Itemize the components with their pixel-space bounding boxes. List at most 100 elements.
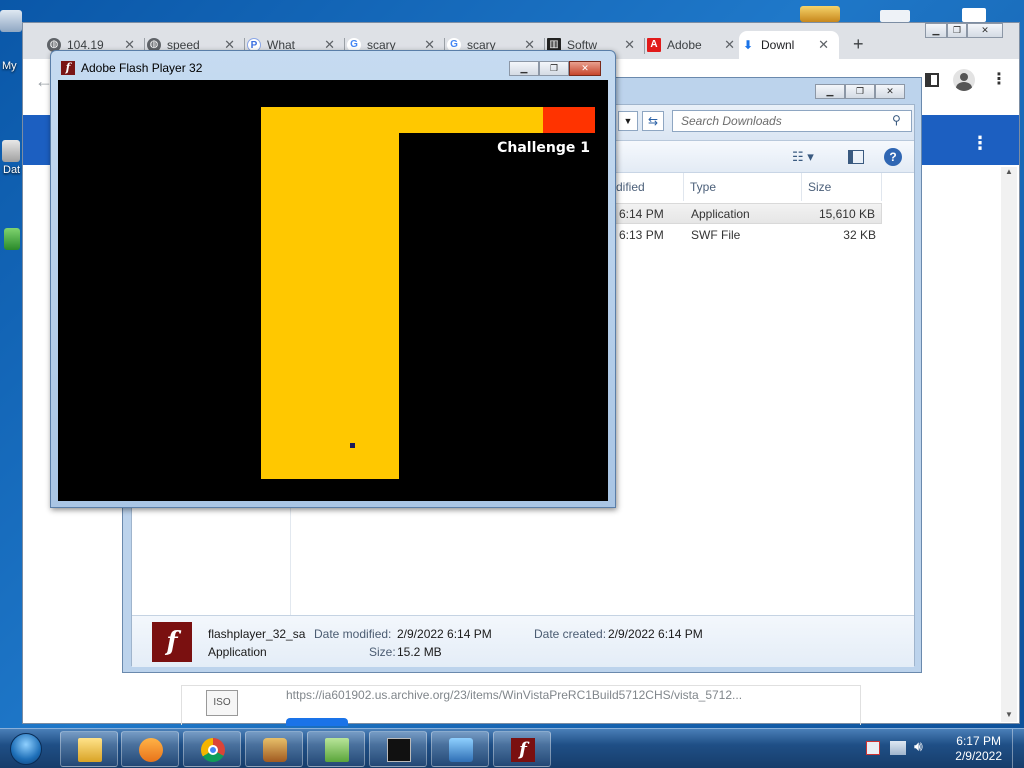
- file-size: 32 KB: [843, 228, 876, 242]
- file-type: Application: [691, 207, 750, 221]
- goal-zone: [543, 107, 595, 133]
- view-options-icon[interactable]: ☷ ▾: [792, 149, 814, 165]
- cmd-icon: [387, 738, 411, 762]
- file-type: SWF File: [691, 228, 741, 242]
- clock-time: 6:17 PM: [956, 734, 1001, 748]
- action-center-icon[interactable]: [866, 741, 880, 755]
- minimize-button[interactable]: ▁: [925, 23, 947, 38]
- desktop-label: Dat: [3, 164, 21, 176]
- iso-file-icon: ISO: [206, 690, 238, 716]
- cards-game-icon: [962, 8, 986, 22]
- tab-title: Downl: [761, 38, 795, 52]
- details-pane: f flashplayer_32_sa Application Date mod…: [132, 615, 914, 667]
- game-icon: [263, 738, 287, 762]
- adobe-icon: A: [647, 38, 661, 52]
- scrollbar[interactable]: ▲ ▼: [1001, 167, 1017, 722]
- close-button[interactable]: ✕: [967, 23, 1003, 38]
- windows-orb-icon: [10, 733, 42, 765]
- details-size: 15.2 MB: [397, 645, 442, 659]
- flash-logo-icon: f: [61, 61, 75, 75]
- avatar[interactable]: [953, 69, 975, 91]
- taskbar: f 🔊︎ 6:17 PM 2/9/2022: [0, 728, 1024, 768]
- maximize-button[interactable]: ❐: [845, 84, 875, 99]
- network-icon: [449, 738, 473, 762]
- preview-pane-icon[interactable]: [848, 150, 864, 164]
- maximize-button[interactable]: ❐: [947, 23, 967, 38]
- close-icon[interactable]: ✕: [624, 37, 635, 53]
- close-icon[interactable]: ✕: [818, 37, 829, 53]
- download-url[interactable]: https://ia601902.us.archive.org/23/items…: [286, 688, 806, 702]
- avatar-body-icon: [956, 82, 972, 91]
- file-row[interactable]: 6:13 PM SWF File 32 KB: [610, 225, 882, 246]
- details-kind: Application: [208, 645, 267, 659]
- desktop-icon-my-computer[interactable]: [0, 10, 22, 32]
- clock-date: 2/9/2022: [955, 749, 1002, 763]
- system-clock[interactable]: 6:17 PM 2/9/2022: [955, 734, 1002, 764]
- new-tab-button[interactable]: +: [853, 35, 864, 53]
- column-header-size[interactable]: Size: [802, 173, 882, 201]
- notepad-plus-icon: [325, 738, 349, 762]
- show-desktop-button[interactable]: [1012, 729, 1024, 768]
- navigation-pane-divider: [290, 505, 291, 615]
- flash-icon: f: [511, 738, 535, 762]
- flash-window-controls: ▁ ❐ ✕: [509, 61, 601, 76]
- file-modified: 6:14 PM: [619, 207, 664, 221]
- challenge-label: Challenge 1: [497, 140, 590, 156]
- close-button[interactable]: ✕: [875, 84, 905, 99]
- taskbar-game[interactable]: [245, 731, 303, 767]
- maximize-button[interactable]: ❐: [539, 61, 569, 76]
- search-input[interactable]: Search Downloads: [672, 110, 912, 132]
- maze-path: [261, 107, 543, 479]
- taskbar-media-player[interactable]: [121, 731, 179, 767]
- minimize-button[interactable]: ▁: [509, 61, 539, 76]
- window-controls: ▁ ❐ ✕: [925, 23, 1003, 38]
- window-title: Adobe Flash Player 32: [81, 61, 203, 75]
- game-stage[interactable]: Challenge 1: [58, 80, 608, 501]
- media-player-icon: [139, 738, 163, 762]
- sidebar-icon[interactable]: [925, 73, 939, 87]
- downloads-menu-icon[interactable]: ⋮: [971, 133, 989, 154]
- address-dropdown-icon[interactable]: ▼: [618, 111, 638, 131]
- refresh-icon[interactable]: ⇆: [642, 111, 664, 131]
- scroll-up-icon[interactable]: ▲: [1005, 167, 1013, 176]
- download-icon: ⬇: [742, 38, 754, 52]
- taskbar-notepad-plus[interactable]: [307, 731, 365, 767]
- volume-icon[interactable]: 🔊︎: [914, 738, 923, 755]
- column-header-modified[interactable]: dified: [610, 173, 684, 201]
- tab-title: Adobe: [667, 38, 702, 52]
- file-row[interactable]: 6:14 PM Application 15,610 KB: [610, 203, 882, 224]
- taskbar-cmd[interactable]: [369, 731, 427, 767]
- taskbar-chrome[interactable]: [183, 731, 241, 767]
- taskbar-explorer[interactable]: [60, 731, 118, 767]
- desktop-icon-data[interactable]: [2, 140, 20, 162]
- file-modified: 6:13 PM: [619, 228, 664, 242]
- scroll-down-icon[interactable]: ▼: [1005, 710, 1013, 719]
- search-icon[interactable]: ⚲: [892, 113, 901, 127]
- chrome-center-icon: [208, 745, 218, 755]
- download-action-button[interactable]: [286, 718, 348, 726]
- avatar-head-icon: [960, 73, 968, 81]
- details-size-label: Size:: [369, 645, 396, 659]
- minimize-button[interactable]: ▁: [815, 84, 845, 99]
- details-date-created: 2/9/2022 6:14 PM: [608, 627, 703, 641]
- file-size: 15,610 KB: [818, 207, 875, 221]
- desktop-decoration-icon: [800, 6, 840, 22]
- details-date-modified: 2/9/2022 6:14 PM: [397, 627, 492, 641]
- column-header-type[interactable]: Type: [684, 173, 802, 201]
- start-button[interactable]: [4, 731, 48, 767]
- details-date-modified-label: Date modified:: [314, 627, 392, 641]
- network-tray-icon[interactable]: [890, 741, 906, 755]
- tab-downloads[interactable]: ⬇ Downl ✕: [739, 31, 839, 59]
- close-icon[interactable]: ✕: [724, 37, 735, 53]
- explorer-icon: [78, 738, 102, 762]
- flash-file-icon: f: [152, 622, 192, 662]
- flash-player-window[interactable]: f Adobe Flash Player 32 ▁ ❐ ✕ Challenge …: [50, 50, 616, 508]
- close-button[interactable]: ✕: [569, 61, 601, 76]
- taskbar-flash[interactable]: f: [493, 731, 551, 767]
- desktop-icon-recycle[interactable]: [4, 228, 20, 250]
- taskbar-network[interactable]: [431, 731, 489, 767]
- chrome-icon: [201, 738, 225, 762]
- tab-7[interactable]: A Adobe ✕: [645, 31, 745, 59]
- menu-kebab-icon[interactable]: ⋮: [991, 69, 1007, 89]
- help-icon[interactable]: ?: [884, 148, 902, 166]
